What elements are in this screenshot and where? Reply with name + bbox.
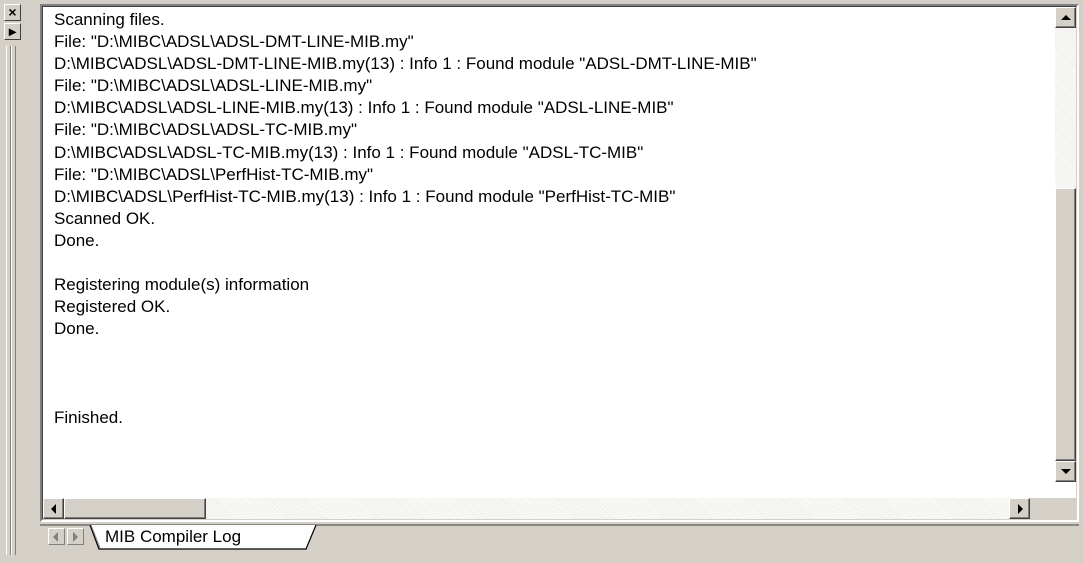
arrow-down-icon: [1061, 469, 1071, 474]
tab-strip: MIB Compiler Log: [40, 524, 1079, 559]
log-panel: Scanning files. File: "D:\MIBC\ADSL\ADSL-…: [40, 4, 1079, 522]
horizontal-scroll-thumb[interactable]: [64, 498, 206, 519]
expand-icon[interactable]: ▸: [4, 23, 21, 40]
log-line: File: "D:\MIBC\ADSL\PerfHist-TC-MIB.my": [54, 164, 374, 184]
tab-scroll-left-button[interactable]: [48, 528, 65, 545]
arrow-right-icon: [1018, 504, 1023, 514]
gripper-bar[interactable]: [11, 46, 16, 555]
log-line: Scanned OK.: [54, 208, 156, 228]
log-line: Registered OK.: [54, 297, 171, 317]
scrollbar-corner: [1030, 498, 1076, 519]
tab-mib-compiler-log[interactable]: MIB Compiler Log: [105, 527, 241, 547]
output-window: × ▸ Scanning files. File: "D:\MIBC\ADSL\A…: [0, 0, 1083, 563]
scroll-left-button[interactable]: [43, 498, 64, 519]
log-line: D:\MIBC\ADSL\ADSL-LINE-MIB.my(13) : Info…: [54, 98, 674, 118]
arrow-left-icon: [53, 532, 58, 542]
scroll-down-button[interactable]: [1055, 461, 1076, 482]
tab-scroll-right-button[interactable]: [67, 528, 84, 545]
log-line: File: "D:\MIBC\ADSL\ADSL-LINE-MIB.my": [54, 76, 373, 96]
dock-gripper-strip[interactable]: × ▸: [4, 4, 40, 559]
log-line: File: "D:\MIBC\ADSL\ADSL-TC-MIB.my": [54, 120, 357, 140]
horizontal-scrollbar[interactable]: [43, 498, 1030, 519]
arrow-up-icon: [1061, 15, 1071, 20]
log-line: D:\MIBC\ADSL\ADSL-TC-MIB.my(13) : Info 1…: [54, 142, 644, 162]
vertical-scroll-thumb[interactable]: [1055, 188, 1076, 461]
log-line: D:\MIBC\ADSL\PerfHist-TC-MIB.my(13) : In…: [54, 186, 676, 206]
log-line: D:\MIBC\ADSL\ADSL-DMT-LINE-MIB.my(13) : …: [54, 54, 757, 74]
close-icon[interactable]: ×: [4, 4, 21, 21]
log-panel-border: Scanning files. File: "D:\MIBC\ADSL\ADSL-…: [42, 6, 1077, 520]
scroll-right-button[interactable]: [1009, 498, 1030, 519]
log-output[interactable]: Scanning files. File: "D:\MIBC\ADSL\ADSL-…: [54, 9, 1039, 479]
arrow-left-icon: [51, 504, 56, 514]
vertical-scrollbar[interactable]: [1055, 7, 1076, 482]
log-line: Registering module(s) information: [54, 275, 310, 295]
log-line: Scanning files.: [54, 10, 165, 29]
log-line: Done.: [54, 230, 100, 250]
log-line: Finished.: [54, 407, 123, 427]
scroll-up-button[interactable]: [1055, 7, 1076, 28]
arrow-right-icon: [73, 532, 78, 542]
log-line: Done.: [54, 319, 100, 339]
log-line: File: "D:\MIBC\ADSL\ADSL-DMT-LINE-MIB.my…: [54, 32, 414, 52]
